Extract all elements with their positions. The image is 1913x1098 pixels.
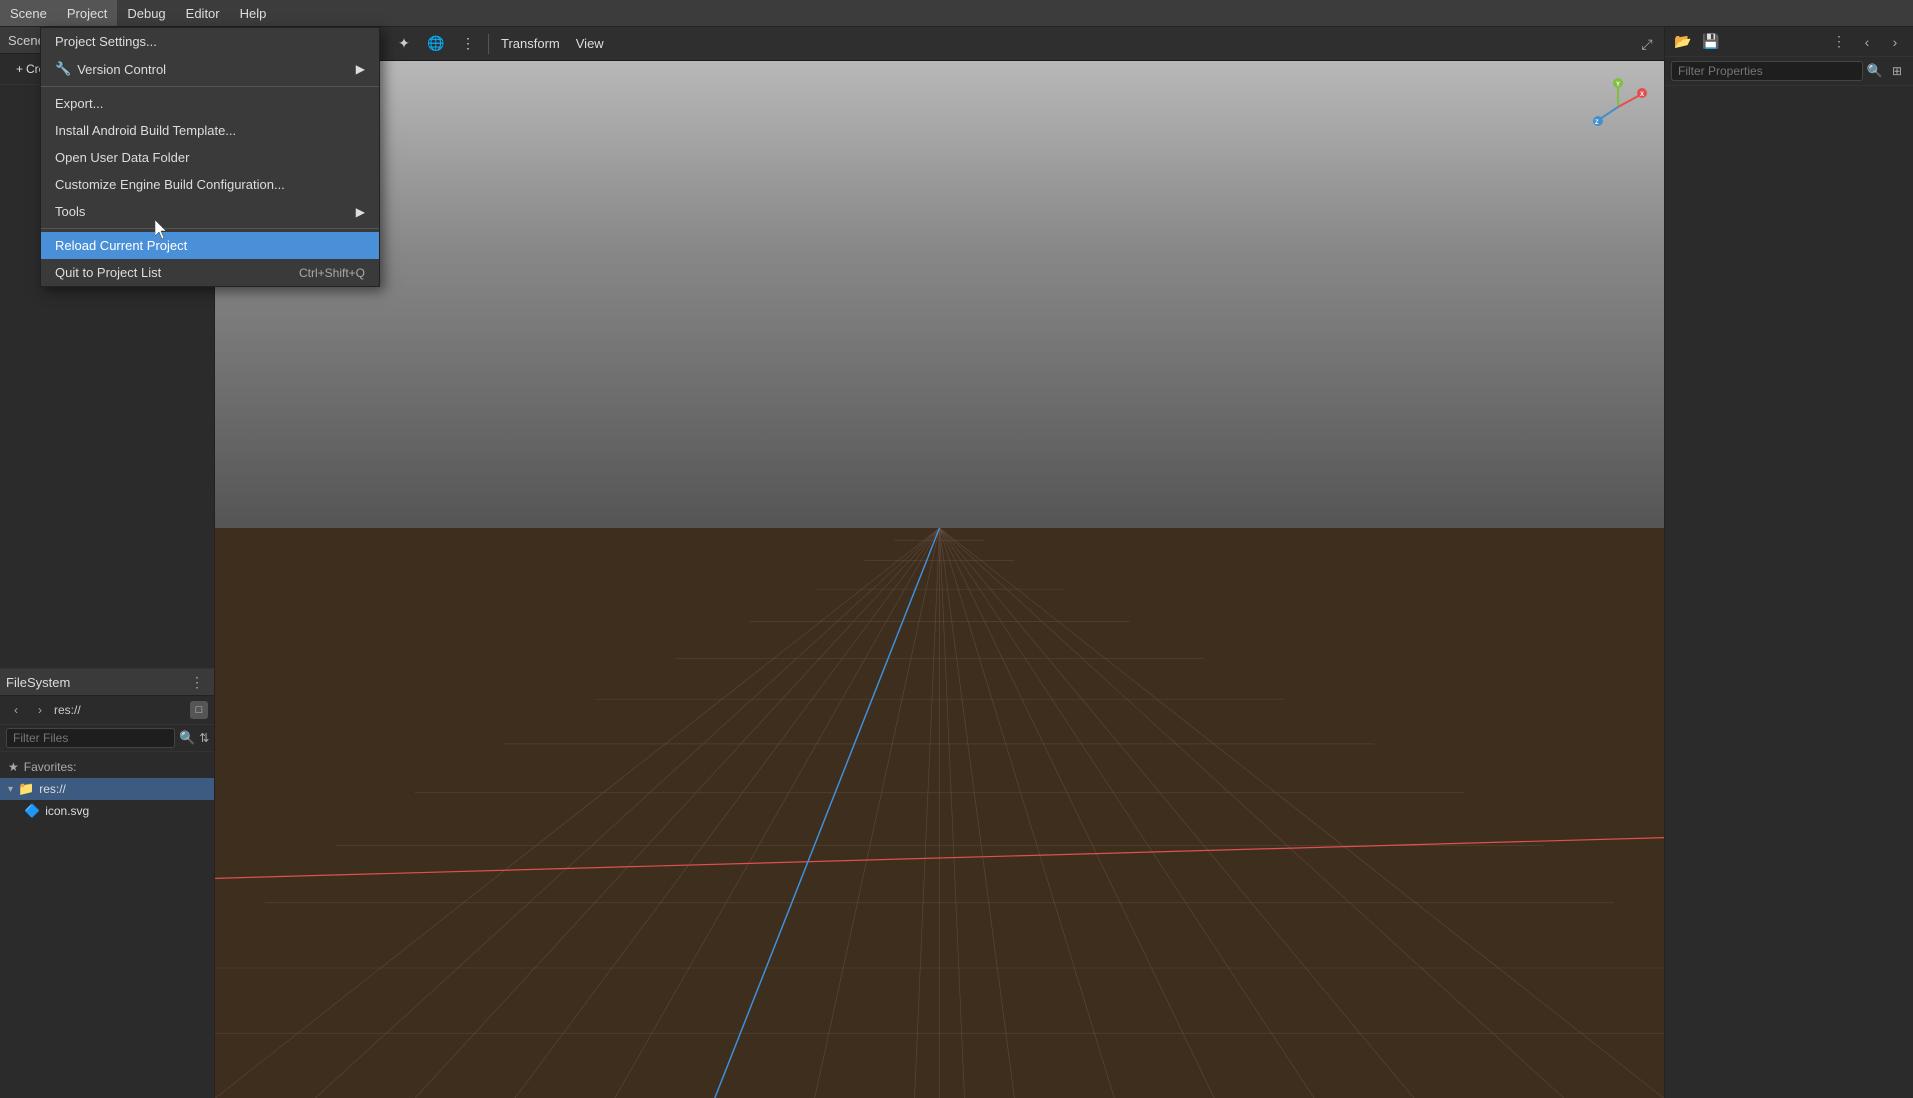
dropdown-sep-2 bbox=[41, 228, 379, 229]
star-icon: ★ bbox=[8, 760, 19, 774]
dropdown-sep-1 bbox=[41, 86, 379, 87]
menu-version-control[interactable]: 🔧 Version Control ▶ bbox=[41, 55, 379, 83]
sun-btn[interactable]: ✦ bbox=[390, 30, 418, 58]
grid-svg: .grid-line { stroke: #6b5040; stroke-wid… bbox=[215, 528, 1664, 1098]
fs-res-label: res:// bbox=[39, 782, 66, 796]
inspector-toolbar: 📂 💾 ⋮ ‹ › bbox=[1665, 27, 1913, 57]
globe-btn[interactable]: 🌐 bbox=[422, 30, 450, 58]
fs-forward-btn[interactable]: › bbox=[30, 700, 50, 720]
fs-icon-label: icon.svg bbox=[45, 804, 89, 818]
fs-tree-item-res[interactable]: ▾ 📁 res:// bbox=[0, 778, 214, 800]
ground-plane: .grid-line { stroke: #6b5040; stroke-wid… bbox=[215, 528, 1664, 1098]
menu-install-android[interactable]: Install Android Build Template... bbox=[41, 117, 379, 144]
axis-gizmo: Y X Z bbox=[1588, 77, 1648, 137]
filesystem-filter-bar: 🔍 ⇅ bbox=[0, 725, 214, 752]
submenu-arrow: ▶ bbox=[356, 62, 365, 76]
filter-files-input[interactable] bbox=[6, 728, 175, 748]
fs-sort-btn[interactable]: ⇅ bbox=[199, 728, 209, 748]
filesystem-more-btn[interactable]: ⋮ bbox=[186, 671, 208, 693]
vp-sep-2 bbox=[488, 34, 489, 54]
inspector-back-btn[interactable]: ‹ bbox=[1855, 30, 1879, 54]
menu-editor[interactable]: Editor bbox=[176, 0, 230, 26]
menu-quit-to-list[interactable]: Quit to Project List Ctrl+Shift+Q bbox=[41, 259, 379, 286]
filesystem-panel: FileSystem ⋮ ‹ › res:// □ 🔍 ⇅ ★ Favorite… bbox=[0, 668, 215, 1098]
fs-path-toggle[interactable]: □ bbox=[190, 701, 208, 719]
svg-text:Y: Y bbox=[1616, 82, 1620, 88]
menu-customize-engine[interactable]: Customize Engine Build Configuration... bbox=[41, 171, 379, 198]
viewport-maximize-btn[interactable]: ⤢ bbox=[1630, 27, 1664, 61]
fs-back-btn[interactable]: ‹ bbox=[6, 700, 26, 720]
project-dropdown-menu: Project Settings... 🔧 Version Control ▶ … bbox=[40, 27, 380, 287]
right-panel: Inspector Node History 📂 💾 ⋮ ‹ › 🔍 ⊞ ⤢ bbox=[1664, 0, 1913, 1098]
main-viewport[interactable]: .grid-line { stroke: #6b5040; stroke-wid… bbox=[215, 61, 1664, 1098]
menu-open-user-data[interactable]: Open User Data Folder bbox=[41, 144, 379, 171]
viewport-toolbar: 🔒 ⊞ ⟳ ↕ 💡 ✦ 🌐 ⋮ Transform View bbox=[215, 27, 1664, 61]
inspector-open-file-btn[interactable]: 📂 bbox=[1671, 30, 1695, 54]
menu-reload-project[interactable]: Reload Current Project bbox=[41, 232, 379, 259]
inspector-grid-btn[interactable]: ⊞ bbox=[1887, 61, 1907, 81]
add-icon: + bbox=[16, 62, 23, 76]
inspector-more-btn[interactable]: ⋮ bbox=[1827, 30, 1851, 54]
maximize-icon: ⤢ bbox=[1641, 36, 1652, 53]
svg-text:X: X bbox=[1640, 92, 1644, 98]
file-icon: 🔷 bbox=[24, 803, 40, 819]
inspector-save-btn[interactable]: 💾 bbox=[1699, 30, 1723, 54]
menu-export[interactable]: Export... bbox=[41, 90, 379, 117]
top-menubar: Scene Project Debug Editor Help bbox=[0, 0, 1913, 27]
search-icon: 🔍 bbox=[179, 730, 195, 746]
fs-path-label: res:// bbox=[54, 703, 186, 717]
tools-submenu-arrow: ▶ bbox=[356, 205, 365, 219]
sky-background bbox=[215, 61, 1664, 528]
view-label[interactable]: View bbox=[570, 34, 610, 53]
filesystem-tree: ★ Favorites: ▾ 📁 res:// 🔷 icon.svg bbox=[0, 752, 214, 826]
menu-project-settings[interactable]: Project Settings... bbox=[41, 28, 379, 55]
menu-scene[interactable]: Scene bbox=[0, 0, 57, 26]
wrench-icon: 🔧 bbox=[55, 61, 71, 77]
menu-debug[interactable]: Debug bbox=[117, 0, 175, 26]
inspector-filter-bar: 🔍 ⊞ bbox=[1665, 57, 1913, 86]
filesystem-title: FileSystem bbox=[6, 675, 70, 690]
filesystem-nav: ‹ › res:// □ bbox=[0, 696, 214, 725]
folder-icon: 📁 bbox=[18, 781, 34, 797]
inspector-filter-input[interactable] bbox=[1671, 61, 1863, 81]
menu-project[interactable]: Project bbox=[57, 0, 117, 26]
inspector-search-icon: 🔍 bbox=[1867, 63, 1883, 79]
menu-tools[interactable]: Tools ▶ bbox=[41, 198, 379, 225]
viewport-3d-scene: .grid-line { stroke: #6b5040; stroke-wid… bbox=[215, 61, 1664, 1098]
filesystem-header: FileSystem ⋮ bbox=[0, 669, 214, 696]
quit-shortcut: Ctrl+Shift+Q bbox=[299, 266, 365, 280]
favorites-label: ★ Favorites: bbox=[0, 756, 214, 778]
more-btn[interactable]: ⋮ bbox=[454, 30, 482, 58]
svg-text:Z: Z bbox=[1595, 120, 1599, 126]
transform-label[interactable]: Transform bbox=[495, 34, 566, 53]
inspector-forward-btn[interactable]: › bbox=[1883, 30, 1907, 54]
fs-tree-item-icon[interactable]: 🔷 icon.svg bbox=[0, 800, 214, 822]
expand-icon: ▾ bbox=[8, 784, 13, 795]
menu-help[interactable]: Help bbox=[230, 0, 277, 26]
